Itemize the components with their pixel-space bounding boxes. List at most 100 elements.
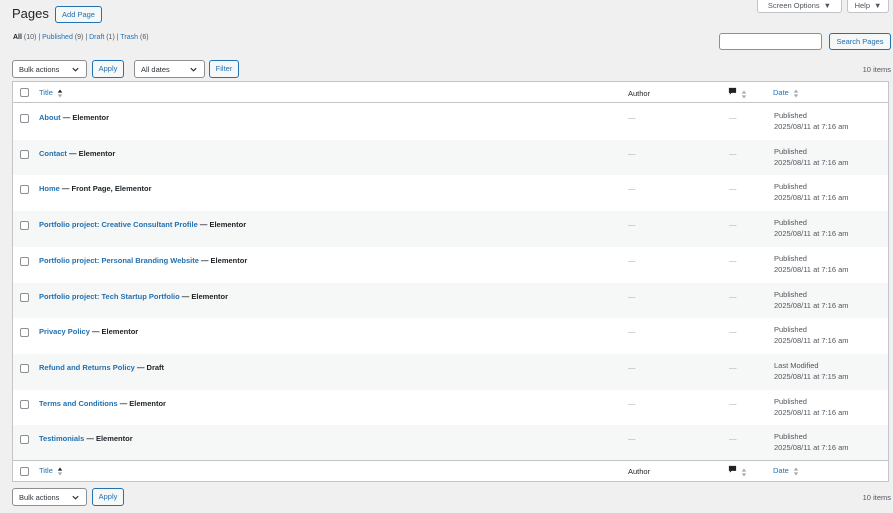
table-row: Portfolio project: Creative Consultant P… [13, 211, 888, 247]
row-title: Terms and Conditions — Elementor [39, 399, 166, 408]
date-status: Published [774, 396, 807, 406]
column-comments-header[interactable] [728, 465, 747, 477]
date-status: Published [774, 218, 807, 228]
row-checkbox[interactable] [20, 292, 29, 302]
row-author: — [628, 113, 636, 122]
screen-options-button[interactable]: Screen Options ▼ [757, 0, 842, 13]
date-value: 2025/08/11 at 7:16 am [774, 122, 849, 131]
caret-down-icon: ▼ [874, 1, 882, 10]
table-row: Refund and Returns Policy — Draft — — La… [13, 353, 888, 390]
items-count-bottom: 10 items [862, 493, 891, 502]
row-title: Home — Front Page, Elementor [39, 184, 152, 193]
date-value: 2025/08/11 at 7:16 am [774, 193, 849, 203]
bulk-actions-select-bottom[interactable]: Bulk actions [12, 488, 87, 506]
column-author-header: Author [628, 89, 651, 98]
sort-arrows-icon [793, 466, 799, 476]
date-value: 2025/08/11 at 7:15 am [774, 371, 849, 381]
row-checkbox[interactable] [20, 399, 29, 409]
comment-bubble-icon [728, 87, 737, 95]
help-button[interactable]: Help ▼ [847, 0, 889, 13]
add-page-button[interactable]: Add Page [55, 6, 102, 23]
row-date: Published 2025/08/11 at 7:16 am [774, 217, 849, 239]
page-title-link[interactable]: Contact [39, 149, 67, 158]
filter-published-count: (9) [74, 34, 84, 41]
page-title-link[interactable]: Portfolio project: Creative Consultant P… [39, 220, 198, 229]
row-author: — [628, 220, 636, 230]
row-checkbox[interactable] [20, 363, 29, 373]
row-author: — [628, 327, 636, 337]
page-title-link[interactable]: Terms and Conditions [39, 399, 118, 408]
filter-trash-link[interactable]: Trash [120, 34, 138, 41]
page-title-link[interactable]: Portfolio project: Tech Startup Portfoli… [39, 292, 180, 301]
row-checkbox[interactable] [20, 185, 29, 195]
date-value: 2025/08/11 at 7:16 am [774, 264, 849, 274]
select-all-checkbox[interactable] [20, 467, 29, 476]
page-state: — Elementor [198, 255, 248, 265]
date-status: Published [774, 432, 807, 442]
row-date: Last Modified 2025/08/11 at 7:15 am [774, 360, 849, 382]
row-comments: — [729, 113, 737, 122]
date-status: Last Modified [774, 360, 819, 370]
row-author: — [628, 398, 636, 408]
search-input[interactable] [719, 33, 822, 50]
filter-all-link[interactable]: All [13, 34, 22, 41]
row-date: Published 2025/08/11 at 7:16 am [774, 431, 849, 453]
page-state: — Elementor [66, 148, 116, 158]
row-date: Published 2025/08/11 at 7:16 am [774, 146, 849, 168]
row-date: Published 2025/08/11 at 7:16 am [774, 253, 849, 275]
row-checkbox[interactable] [20, 114, 29, 123]
row-checkbox[interactable] [20, 221, 29, 231]
column-date-header[interactable]: Date [773, 88, 799, 98]
page-title: Pages [12, 6, 49, 21]
date-status: Published [774, 146, 807, 156]
row-title: Contact — Elementor [39, 149, 115, 158]
page-state: — Draft [134, 362, 165, 372]
column-date-header[interactable]: Date [773, 466, 799, 476]
row-checkbox[interactable] [20, 256, 29, 266]
select-all-checkbox[interactable] [20, 88, 29, 97]
bulk-actions-select[interactable]: Bulk actions [12, 60, 87, 78]
table-header: Title Author Date [13, 82, 888, 103]
status-filter-links: All (10) | Published (9) | Draft (1) | T… [13, 34, 149, 41]
column-title-header[interactable]: Title [39, 88, 63, 98]
row-author: — [628, 362, 636, 372]
chevron-down-icon [72, 495, 79, 500]
date-filter-value: All dates [141, 64, 170, 74]
row-title: Portfolio project: Tech Startup Portfoli… [39, 292, 228, 301]
table-row: Portfolio project: Tech Startup Portfoli… [13, 282, 888, 319]
apply-button-bottom[interactable]: Apply [92, 488, 124, 506]
items-count: 10 items [862, 65, 891, 74]
filter-button[interactable]: Filter [209, 60, 239, 78]
column-comments-header[interactable] [728, 87, 747, 99]
bulk-actions-value: Bulk actions [19, 492, 60, 502]
filter-trash-count: (6) [139, 34, 149, 41]
filter-draft-link[interactable]: Draft [89, 34, 104, 41]
page-title-link[interactable]: Testimonials [39, 434, 84, 443]
row-checkbox[interactable] [20, 328, 29, 338]
filter-published-link[interactable]: Published [42, 34, 73, 41]
column-title-header[interactable]: Title [39, 466, 63, 476]
date-value: 2025/08/11 at 7:16 am [774, 300, 849, 310]
row-author: — [628, 148, 636, 158]
chevron-down-icon [72, 67, 79, 72]
row-checkbox[interactable] [20, 149, 29, 159]
date-status: Published [774, 325, 807, 335]
page-title-link[interactable]: Privacy Policy [39, 327, 90, 336]
page-title-link[interactable]: About [39, 113, 61, 122]
table-row: About — Elementor — — Published 2025/08/1… [13, 104, 888, 140]
row-checkbox[interactable] [20, 435, 29, 445]
apply-button[interactable]: Apply [92, 60, 124, 78]
sort-arrows-icon [741, 89, 747, 99]
caret-down-icon: ▼ [823, 1, 832, 10]
page-state: — Elementor [179, 291, 229, 301]
sort-arrows-icon [793, 88, 799, 98]
search-pages-button[interactable]: Search Pages [829, 33, 891, 50]
row-title: Testimonials — Elementor [39, 434, 133, 443]
page-title-link[interactable]: Portfolio project: Personal Branding Web… [39, 256, 199, 265]
page-title-link[interactable]: Home [39, 184, 60, 193]
date-filter-select[interactable]: All dates [134, 60, 205, 78]
date-value: 2025/08/11 at 7:16 am [774, 443, 849, 453]
separator: | [116, 34, 119, 41]
page-title-link[interactable]: Refund and Returns Policy [39, 363, 135, 372]
row-comments: — [729, 434, 737, 444]
